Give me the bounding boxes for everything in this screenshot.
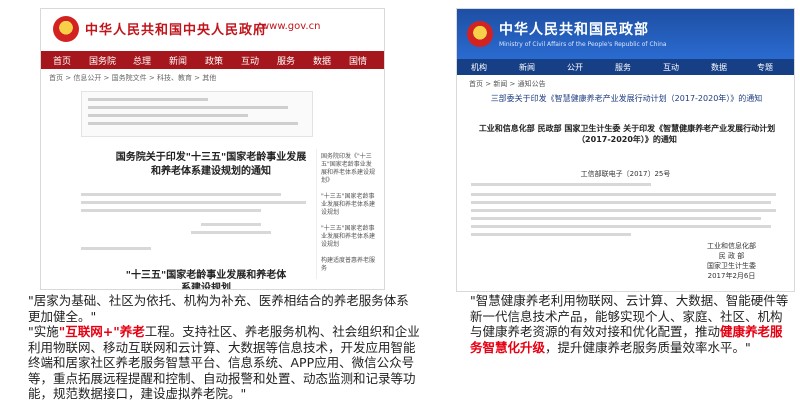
gov-related-link-3[interactable]: "十三五"国家老龄事业发展和养老体系建设规划: [321, 225, 377, 249]
mca-sign-line-1: 工业和信息化部: [707, 242, 756, 250]
mca-nav-topic[interactable]: 专题: [757, 62, 773, 73]
mca-sign-date: 2017年2月6日: [707, 272, 756, 280]
gov-header: 中华人民共和国中央人民政府 www.gov.cn: [41, 9, 384, 49]
left-caption-prefix: "实施: [28, 324, 59, 339]
right-caption: "智慧健康养老利用物联网、云计算、大数据、智能硬件等新一代信息技术产品，能够实现…: [470, 293, 790, 355]
gov-nav-nation[interactable]: 国情: [349, 54, 367, 67]
gov-nav-news[interactable]: 新闻: [169, 54, 187, 67]
gov-nav-data[interactable]: 数据: [313, 54, 331, 67]
national-emblem-icon: [53, 16, 79, 42]
mca-webpage-screenshot: 中华人民共和国民政部 Ministry of Civil Affairs of …: [456, 8, 795, 292]
right-caption-suffix: ，提升健康养老服务质量效率水平。": [545, 339, 751, 355]
mca-nav-data[interactable]: 数据: [711, 62, 727, 73]
gov-doc-title: 国务院关于印发"十三五"国家老龄事业发展和养老体系建设规划的通知: [115, 152, 307, 177]
gov-nav-bar: 首页 国务院 总理 新闻 政策 互动 服务 数据 国情: [41, 51, 384, 69]
mca-nav-interact[interactable]: 互动: [663, 62, 679, 73]
left-caption-quote-2: "实施"互联网+"养老工程。支持社区、养老服务机构、社会组织和企业利用物联网、移…: [28, 324, 420, 402]
gov-breadcrumb: 首页 > 信息公开 > 国务院文件 > 科技、教育 > 其他: [49, 74, 217, 82]
mca-nav-public[interactable]: 公开: [567, 62, 583, 73]
gov-webpage-screenshot: 中华人民共和国中央人民政府 www.gov.cn 首页 国务院 总理 新闻 政策…: [40, 8, 385, 290]
gov-doc-metadata-table: [81, 91, 313, 137]
national-emblem-icon: [467, 21, 493, 47]
gov-nav-home[interactable]: 首页: [53, 54, 71, 67]
gov-related-link-2[interactable]: "十三五"国家老龄事业发展和养老体系建设规划: [321, 193, 377, 217]
gov-related-link-1[interactable]: 国务院印发《"十三五"国家老龄事业发展和养老体系建设规划》: [321, 153, 377, 185]
gov-nav-policy[interactable]: 政策: [205, 54, 223, 67]
gov-site-title: 中华人民共和国中央人民政府: [85, 23, 268, 38]
mca-doc-issuers: 工业和信息化部 民政部 国家卫生计生委 关于印发《智慧健康养老产业发展行动计划（…: [478, 124, 776, 144]
mca-doc-body: [471, 183, 781, 239]
gov-nav-state-council[interactable]: 国务院: [89, 54, 116, 67]
gov-nav-interact[interactable]: 互动: [241, 54, 259, 67]
mca-nav-service[interactable]: 服务: [615, 62, 631, 73]
mca-nav-bar: 机构 新闻 公开 服务 互动 数据 专题: [457, 59, 794, 75]
gov-nav-premier[interactable]: 总理: [133, 54, 151, 67]
left-caption-highlight: "互联网+"养老: [58, 324, 145, 339]
mca-doc-title: 三部委关于印发《智慧健康养老产业发展行动计划（2017-2020年）》的通知: [490, 94, 763, 103]
mca-nav-news[interactable]: 新闻: [519, 62, 535, 73]
mca-breadcrumb: 首页 > 新闻 > 通知公告: [469, 80, 546, 88]
mca-site-title: 中华人民共和国民政部: [499, 22, 649, 38]
mca-sign-line-2: 民 政 部: [718, 252, 745, 260]
gov-site-domain: www.gov.cn: [261, 21, 321, 32]
gov-related-sidebar: 国务院印发《"十三五"国家老龄事业发展和养老体系建设规划》 "十三五"国家老龄事…: [316, 149, 379, 279]
gov-related-link-4[interactable]: 构建适度普惠养老服务: [321, 257, 377, 273]
gov-doc-body: [81, 189, 311, 259]
mca-site-subtitle: Ministry of Civil Affairs of the People'…: [499, 41, 667, 48]
mca-sign-line-3: 国家卫生计生委: [707, 262, 756, 270]
left-caption: "居家为基础、社区为依托、机构为补充、医养相结合的养老服务体系更加健全。" "实…: [28, 293, 420, 402]
left-caption-quote-1: "居家为基础、社区为依托、机构为补充、医养相结合的养老服务体系更加健全。": [28, 293, 409, 324]
gov-nav-service[interactable]: 服务: [277, 54, 295, 67]
mca-signature-block: 工业和信息化部 民 政 部 国家卫生计生委 2017年2月6日: [707, 241, 756, 281]
mca-nav-org[interactable]: 机构: [471, 62, 487, 73]
gov-attachment-title: "十三五"国家老龄事业发展和养老体系建设规划: [125, 270, 287, 290]
mca-header: 中华人民共和国民政部 Ministry of Civil Affairs of …: [457, 9, 794, 59]
mca-doc-number: 工信部联电子〔2017〕25号: [580, 170, 671, 178]
